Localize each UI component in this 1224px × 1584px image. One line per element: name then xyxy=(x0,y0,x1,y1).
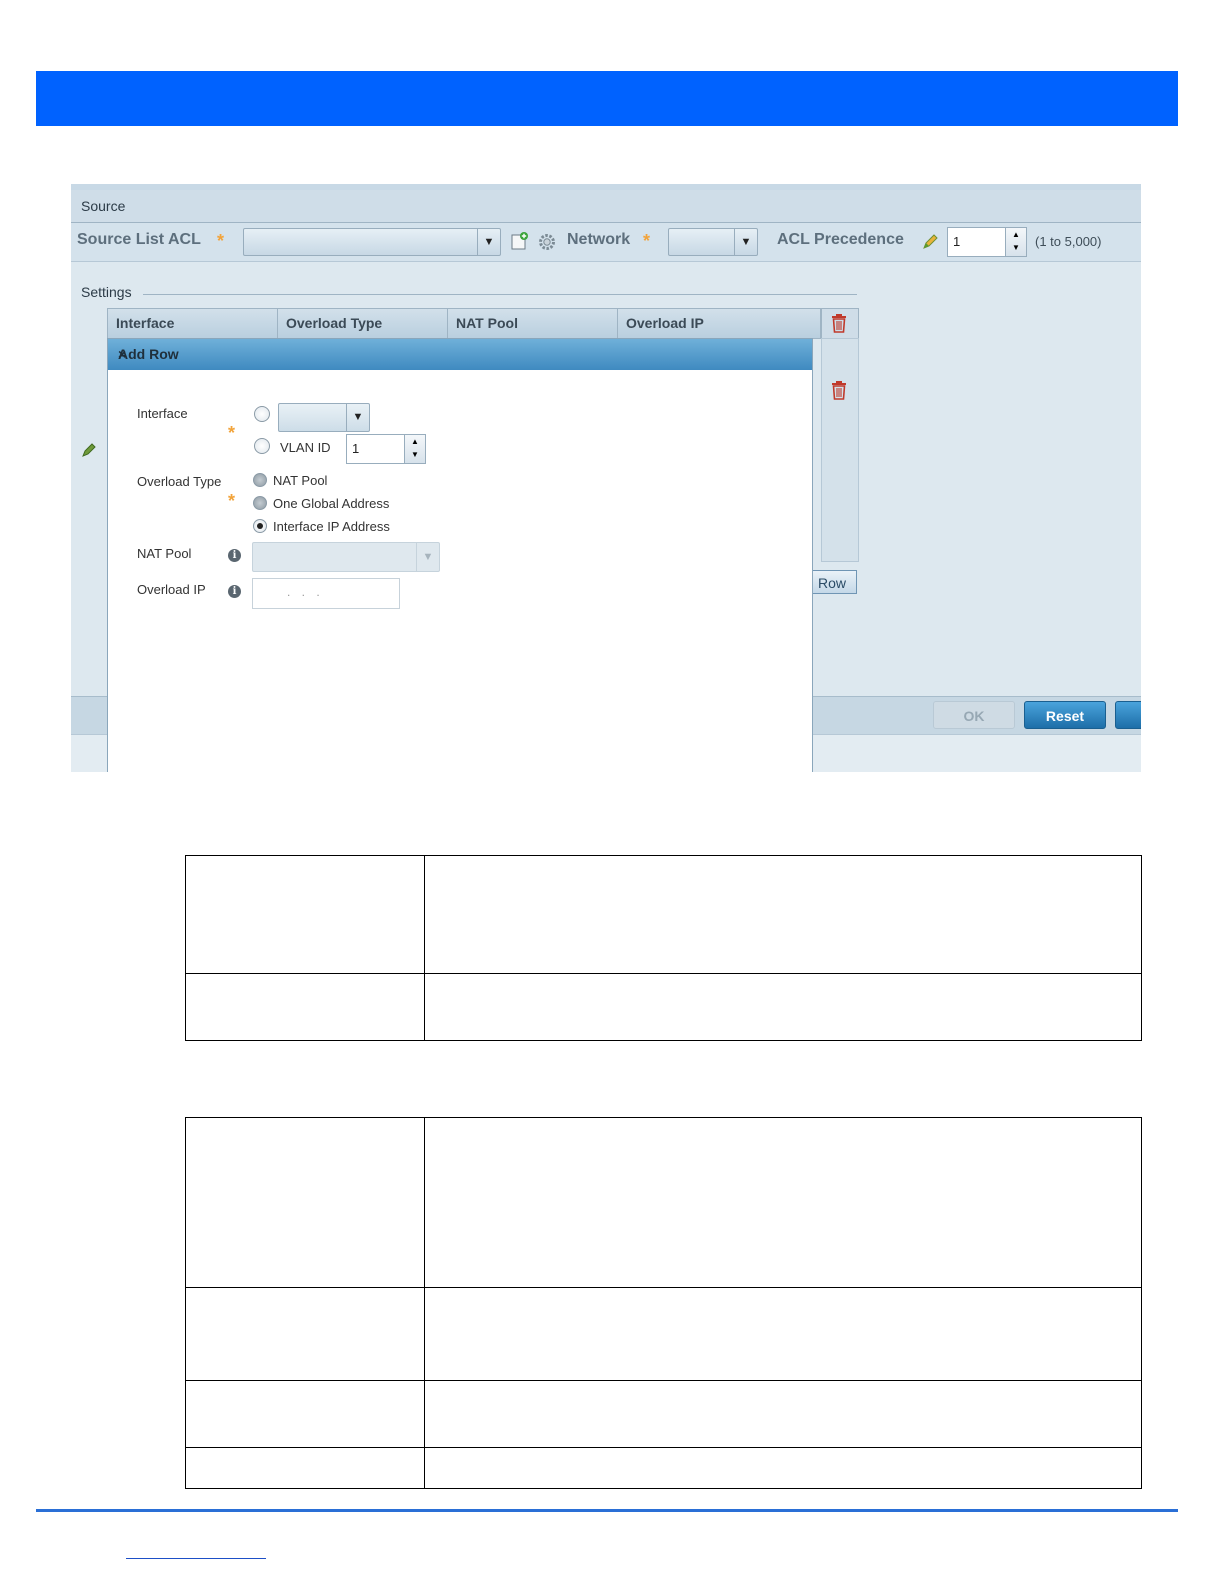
settings-divider xyxy=(143,294,857,295)
column-overload-ip[interactable]: Overload IP xyxy=(618,309,820,338)
source-header-bar: Source xyxy=(71,190,1141,223)
table-cell xyxy=(185,1380,425,1448)
footer-link-underline[interactable] xyxy=(126,1558,266,1559)
required-star: * xyxy=(228,491,236,511)
table-row xyxy=(185,855,1142,974)
interface-dropdown[interactable]: ▼ xyxy=(278,403,370,432)
overload-type-label: Overload Type xyxy=(137,474,222,489)
table-cell xyxy=(424,1380,1142,1448)
add-row-button[interactable]: Row xyxy=(811,570,857,594)
nat-pool-radio[interactable] xyxy=(253,473,267,487)
column-overload-type[interactable]: Overload Type xyxy=(278,309,448,338)
interface-radio[interactable] xyxy=(254,406,270,422)
stepper-buttons[interactable]: ▲ ▼ xyxy=(1005,228,1026,256)
interface-label: Interface xyxy=(137,406,188,421)
required-star: * xyxy=(228,423,236,443)
table-row xyxy=(185,973,1142,1041)
table-cell xyxy=(185,1287,425,1381)
table-cell xyxy=(424,973,1142,1041)
gear-icon[interactable] xyxy=(538,233,556,251)
one-global-address-radio[interactable] xyxy=(253,496,267,510)
chevron-down-icon: ▼ xyxy=(734,229,757,255)
table-cell xyxy=(424,855,1142,974)
required-star: * xyxy=(643,231,651,251)
screenshot-panel: Source Source List ACL * ▼ Network * ▼ A… xyxy=(71,184,1141,772)
chevron-down-icon: ▼ xyxy=(346,404,369,431)
vlan-id-stepper[interactable]: 1 ▲ ▼ xyxy=(346,434,426,464)
table-cell xyxy=(185,855,425,974)
acl-precedence-value: 1 xyxy=(953,234,961,249)
acl-precedence-label: ACL Precedence xyxy=(777,231,904,248)
table-cell xyxy=(424,1447,1142,1489)
one-global-address-option: One Global Address xyxy=(273,496,390,511)
ip-separators: . . . xyxy=(287,585,324,599)
nat-pool-option: NAT Pool xyxy=(273,473,328,488)
footer-rule xyxy=(36,1509,1178,1512)
column-nat-pool[interactable]: NAT Pool xyxy=(448,309,618,338)
reset-button[interactable]: Reset xyxy=(1024,701,1106,729)
grid-side-column xyxy=(821,338,859,562)
page-header-banner xyxy=(36,71,1178,126)
chevron-down-icon: ▼ xyxy=(416,543,439,571)
doc-table-2 xyxy=(185,1117,1142,1489)
settings-label: Settings xyxy=(81,284,132,300)
interface-ip-address-radio[interactable] xyxy=(253,519,267,533)
edit-pencil-icon[interactable] xyxy=(81,442,97,458)
table-cell xyxy=(424,1117,1142,1288)
dialog-title-bar: Add Row × xyxy=(108,339,812,370)
source-list-acl-dropdown[interactable]: ▼ xyxy=(243,228,501,256)
source-header: Source xyxy=(81,198,126,214)
exit-button[interactable] xyxy=(1115,701,1141,729)
overload-ip-input[interactable]: . . . xyxy=(252,578,400,609)
nat-pool-label: NAT Pool xyxy=(137,546,192,561)
info-icon[interactable]: i xyxy=(228,549,241,562)
create-new-icon[interactable] xyxy=(511,232,529,250)
settings-grid-header: Interface Overload Type NAT Pool Overloa… xyxy=(107,308,821,339)
interface-ip-address-option: Interface IP Address xyxy=(273,519,390,534)
add-row-dialog: Add Row × Interface * ▼ VLAN ID 1 ▲ ▼ Ove… xyxy=(107,338,813,772)
network-label: Network xyxy=(567,231,631,248)
table-row xyxy=(185,1380,1142,1448)
table-row xyxy=(185,1447,1142,1489)
acl-row: Source List ACL * ▼ Network * ▼ ACL Prec… xyxy=(71,223,1141,262)
network-dropdown[interactable]: ▼ xyxy=(668,228,758,256)
table-row xyxy=(185,1287,1142,1381)
doc-table-1 xyxy=(185,855,1142,1041)
chevron-down-icon: ▼ xyxy=(477,229,500,255)
ok-button[interactable]: OK xyxy=(933,701,1015,729)
table-cell xyxy=(185,1447,425,1489)
table-cell xyxy=(185,1117,425,1288)
column-interface[interactable]: Interface xyxy=(108,309,278,338)
source-list-acl-label: Source List ACL xyxy=(77,231,201,248)
acl-precedence-stepper[interactable]: 1 ▲ ▼ xyxy=(947,227,1027,257)
vlan-id-value: 1 xyxy=(352,441,360,456)
pencil-icon[interactable] xyxy=(921,233,939,251)
grid-delete-header xyxy=(821,308,859,339)
acl-precedence-range: (1 to 5,000) xyxy=(1035,234,1102,249)
close-icon[interactable]: × xyxy=(118,346,802,362)
table-cell xyxy=(424,1287,1142,1381)
table-cell xyxy=(185,973,425,1041)
info-icon[interactable]: i xyxy=(228,585,241,598)
nat-pool-dropdown[interactable]: ▼ xyxy=(252,542,440,572)
required-star: * xyxy=(217,231,225,251)
stepper-buttons[interactable]: ▲ ▼ xyxy=(404,435,425,463)
vlan-id-radio[interactable] xyxy=(254,438,270,454)
table-row xyxy=(185,1117,1142,1288)
vlan-id-label: VLAN ID xyxy=(280,440,331,455)
overload-ip-label: Overload IP xyxy=(137,582,206,597)
trash-icon[interactable] xyxy=(831,314,847,333)
trash-icon[interactable] xyxy=(831,381,847,400)
